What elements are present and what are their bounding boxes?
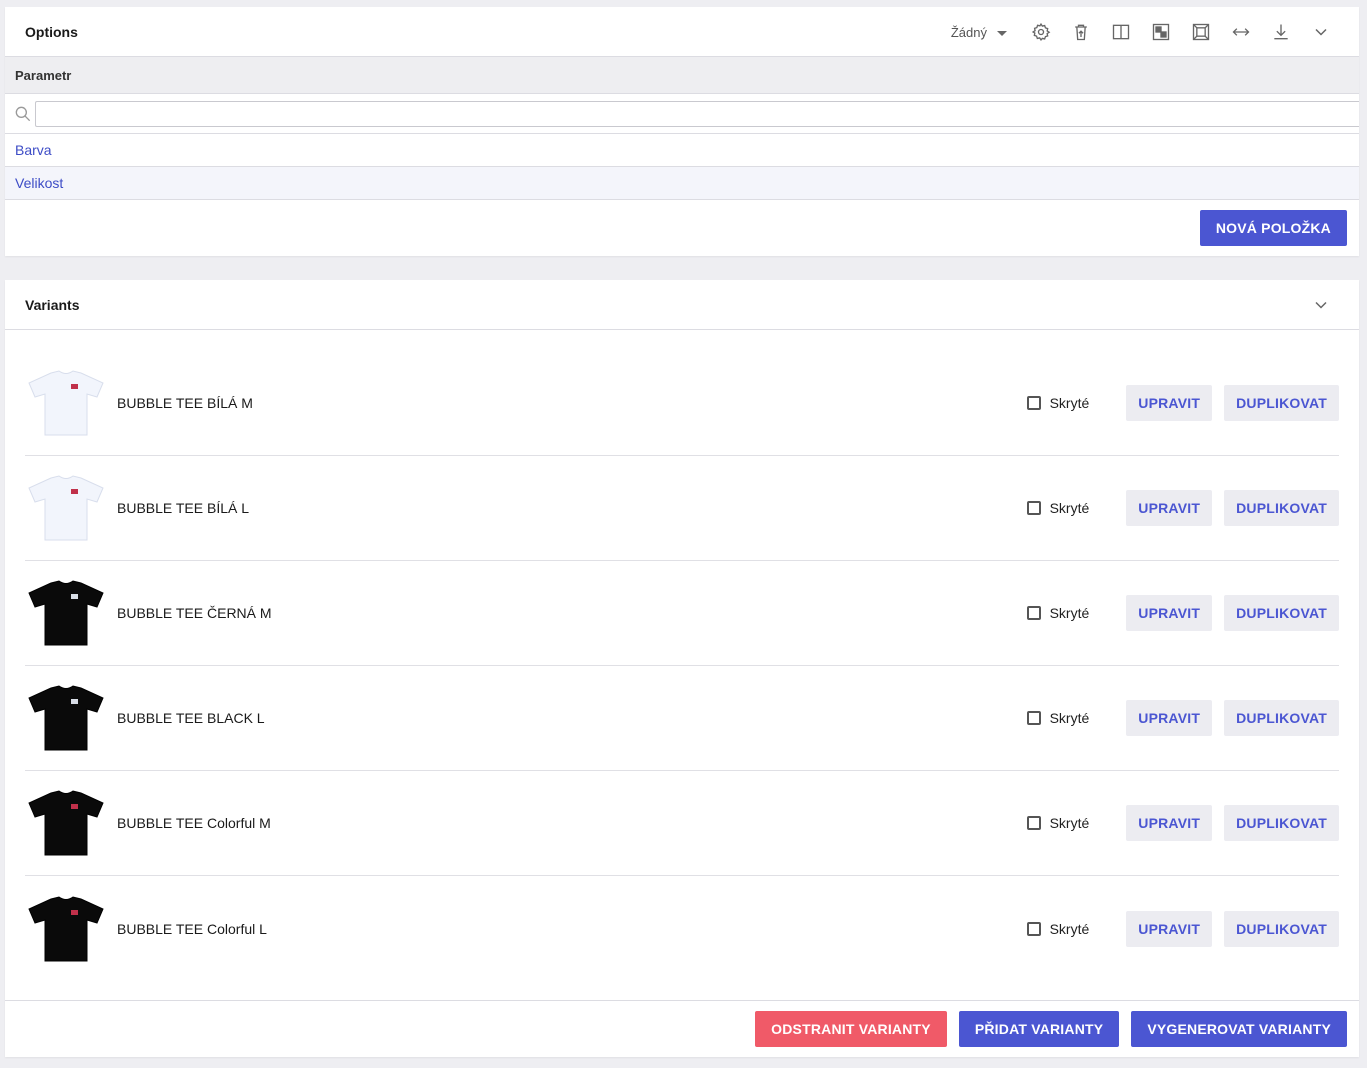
- variant-actions: Skryté UPRAVIT DUPLIKOVAT: [1026, 456, 1339, 560]
- tshirt-thumbnail[interactable]: [25, 682, 107, 754]
- columns-icon[interactable]: [1110, 21, 1132, 43]
- fit-screen-icon[interactable]: [1190, 21, 1212, 43]
- preset-dropdown-value: Žádný: [950, 24, 987, 40]
- delete-upload-icon[interactable]: [1070, 21, 1092, 43]
- variant-name: BUBBLE TEE Colorful M: [117, 815, 271, 831]
- parametr-column-header[interactable]: Parametr: [5, 57, 1359, 94]
- hidden-checkbox[interactable]: Skryté: [1026, 815, 1090, 831]
- hidden-checkbox[interactable]: Skryté: [1026, 710, 1090, 726]
- chevron-down-icon[interactable]: [1310, 21, 1332, 43]
- variant-name: BUBBLE TEE BÍLÁ L: [117, 500, 250, 516]
- download-icon[interactable]: [1270, 21, 1292, 43]
- checkbox-box[interactable]: [1026, 501, 1041, 515]
- variant-row: BUBBLE TEE Colorful L Skryté UPRAVIT DUP…: [25, 876, 1339, 981]
- variant-actions: Skryté UPRAVIT DUPLIKOVAT: [1026, 561, 1339, 665]
- variant-list: BUBBLE TEE BÍLÁ M Skryté UPRAVIT DUPLIKO…: [25, 351, 1339, 981]
- options-title: Options: [25, 23, 78, 40]
- hidden-label: Skryté: [1049, 500, 1090, 516]
- hidden-checkbox[interactable]: Skryté: [1026, 605, 1090, 621]
- add-variants-button[interactable]: PŘIDAT VARIANTY: [958, 1011, 1120, 1047]
- variant-row: BUBBLE TEE BÍLÁ M Skryté UPRAVIT DUPLIKO…: [25, 351, 1339, 456]
- hidden-checkbox[interactable]: Skryté: [1026, 395, 1090, 411]
- hidden-label: Skryté: [1049, 605, 1090, 621]
- edit-variant-button[interactable]: UPRAVIT: [1126, 490, 1213, 526]
- variant-row: BUBBLE TEE ČERNÁ M Skryté UPRAVIT DUPLIK…: [25, 561, 1339, 666]
- variant-actions: Skryté UPRAVIT DUPLIKOVAT: [1026, 351, 1339, 455]
- edit-variant-button[interactable]: UPRAVIT: [1126, 595, 1213, 631]
- edit-variant-button[interactable]: UPRAVIT: [1126, 805, 1213, 841]
- preset-dropdown[interactable]: Žádný: [951, 25, 1007, 40]
- variant-actions: Skryté UPRAVIT DUPLIKOVAT: [1026, 876, 1339, 981]
- filter-row: [5, 94, 1359, 134]
- variants-header: Variants: [5, 280, 1359, 330]
- variants-panel: Variants BUBBLE TEE BÍLÁ M Skryté UPRAVI…: [5, 280, 1359, 1057]
- hidden-checkbox[interactable]: Skryté: [1026, 500, 1090, 516]
- options-panel: Options Žádný Parametr Barva Velikost NO…: [5, 7, 1359, 256]
- new-item-button[interactable]: NOVÁ POLOŽKA: [1199, 210, 1347, 246]
- checkbox-box[interactable]: [1026, 711, 1041, 725]
- gear-icon[interactable]: [1030, 21, 1052, 43]
- hidden-label: Skryté: [1049, 395, 1090, 411]
- edit-variant-button[interactable]: UPRAVIT: [1126, 700, 1213, 736]
- hidden-label: Skryté: [1049, 710, 1090, 726]
- checkbox-box[interactable]: [1026, 606, 1041, 620]
- duplicate-variant-button[interactable]: DUPLIKOVAT: [1224, 595, 1339, 631]
- tshirt-thumbnail[interactable]: [25, 367, 107, 439]
- tshirt-thumbnail[interactable]: [25, 577, 107, 649]
- param-row-velikost[interactable]: Velikost: [5, 167, 1359, 200]
- options-toolbar: Žádný: [951, 7, 1341, 57]
- layout-icon[interactable]: [1150, 21, 1172, 43]
- edit-variant-button[interactable]: UPRAVIT: [1126, 385, 1213, 421]
- generate-variants-button[interactable]: VYGENEROVAT VARIANTY: [1131, 1011, 1347, 1047]
- chevron-down-icon[interactable]: [1310, 294, 1332, 316]
- checkbox-box[interactable]: [1026, 396, 1041, 410]
- expand-horizontal-icon[interactable]: [1230, 21, 1252, 43]
- duplicate-variant-button[interactable]: DUPLIKOVAT: [1224, 700, 1339, 736]
- edit-variant-button[interactable]: UPRAVIT: [1126, 910, 1213, 947]
- caret-down-icon: [997, 30, 1007, 36]
- hidden-checkbox[interactable]: Skryté: [1026, 920, 1090, 937]
- variant-name: BUBBLE TEE ČERNÁ M: [117, 605, 272, 621]
- variant-row: BUBBLE TEE Colorful M Skryté UPRAVIT DUP…: [25, 771, 1339, 876]
- variant-actions: Skryté UPRAVIT DUPLIKOVAT: [1026, 771, 1339, 875]
- variant-actions: Skryté UPRAVIT DUPLIKOVAT: [1026, 666, 1339, 770]
- variants-toolbar: [1301, 280, 1341, 330]
- duplicate-variant-button[interactable]: DUPLIKOVAT: [1224, 910, 1339, 947]
- param-row-barva[interactable]: Barva: [5, 134, 1359, 167]
- checkbox-box[interactable]: [1026, 816, 1041, 830]
- variant-row: BUBBLE TEE BÍLÁ L Skryté UPRAVIT DUPLIKO…: [25, 456, 1339, 561]
- hidden-label: Skryté: [1049, 920, 1090, 937]
- tshirt-thumbnail[interactable]: [25, 787, 107, 859]
- variants-footer: ODSTRANIT VARIANTY PŘIDAT VARIANTY VYGEN…: [5, 1000, 1359, 1057]
- hidden-label: Skryté: [1049, 815, 1090, 831]
- variant-name: BUBBLE TEE BLACK L: [117, 710, 265, 726]
- tshirt-thumbnail[interactable]: [25, 893, 107, 965]
- variant-name: BUBBLE TEE Colorful L: [117, 920, 267, 937]
- duplicate-variant-button[interactable]: DUPLIKOVAT: [1224, 490, 1339, 526]
- variant-name: BUBBLE TEE BÍLÁ M: [117, 395, 253, 411]
- tshirt-thumbnail[interactable]: [25, 472, 107, 544]
- checkbox-box[interactable]: [1026, 921, 1041, 936]
- variant-row: BUBBLE TEE BLACK L Skryté UPRAVIT DUPLIK…: [25, 666, 1339, 771]
- filter-input[interactable]: [35, 100, 1359, 127]
- search-icon: [15, 106, 31, 121]
- duplicate-variant-button[interactable]: DUPLIKOVAT: [1224, 385, 1339, 421]
- options-header: Options Žádný: [5, 7, 1359, 57]
- remove-variants-button[interactable]: ODSTRANIT VARIANTY: [755, 1011, 947, 1047]
- duplicate-variant-button[interactable]: DUPLIKOVAT: [1224, 805, 1339, 841]
- options-footer: NOVÁ POLOŽKA: [1199, 210, 1347, 246]
- variants-title: Variants: [25, 296, 80, 313]
